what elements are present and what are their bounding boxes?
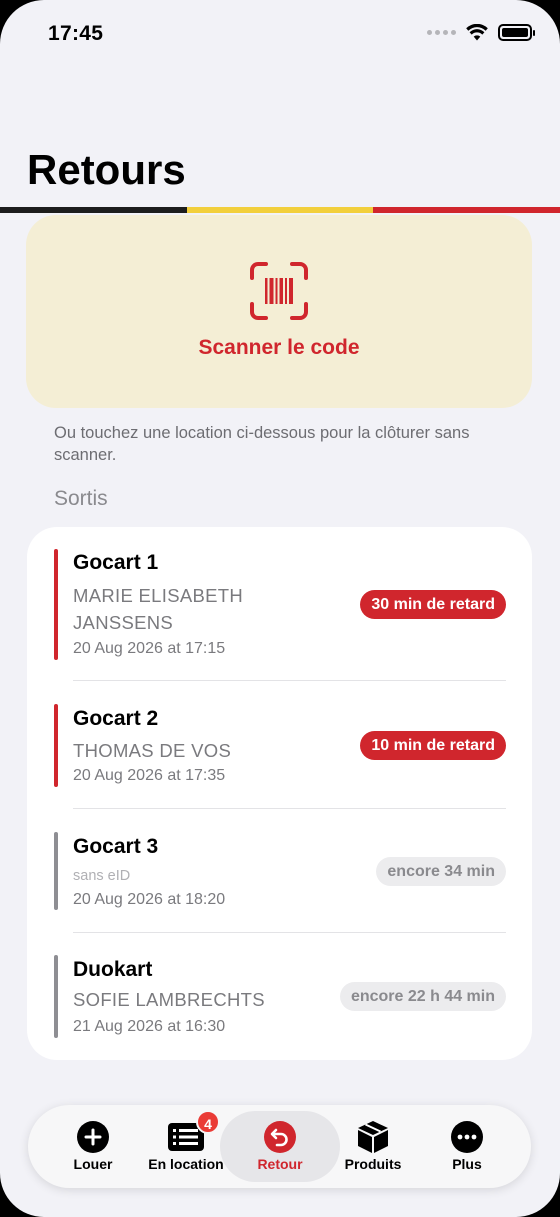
section-title: Sortis <box>54 487 108 510</box>
rental-date: 20 Aug 2026 at 18:20 <box>73 891 226 908</box>
rental-client: THOMAS DE VOS <box>73 740 232 761</box>
rental-client: MARIE ELISABETH JANSSENS <box>73 585 244 633</box>
tab-louer[interactable]: Louer <box>62 1105 124 1188</box>
status-badge: encore 34 min <box>376 857 506 886</box>
rental-client: sans eID <box>73 868 131 884</box>
status-bar-indicator <box>54 832 58 910</box>
return-arrow-icon <box>264 1120 296 1153</box>
hint-text: Ou touchez une location ci-dessous pour … <box>54 424 470 464</box>
flag-stripe <box>0 207 560 213</box>
box-icon <box>358 1120 388 1153</box>
rental-date: 21 Aug 2026 at 16:30 <box>73 1018 226 1035</box>
flag-black <box>0 207 187 213</box>
tab-label: En location <box>148 1156 224 1172</box>
page-title: Retours <box>27 146 186 193</box>
status-badge: encore 22 h 44 min <box>339 982 506 1011</box>
rental-row[interactable]: Gocart 2 THOMAS DE VOS 20 Aug 2026 at 17… <box>54 704 506 787</box>
battery-icon <box>498 24 535 41</box>
divider <box>73 680 506 681</box>
flag-yellow <box>186 207 374 213</box>
tab-label: Retour <box>257 1156 303 1172</box>
scan-label: Scanner le code <box>198 336 360 359</box>
barcode-scan-icon <box>250 262 308 320</box>
rental-client: SOFIE LAMBRECHTS <box>73 989 265 1010</box>
plus-circle-icon <box>77 1120 109 1153</box>
rentals-list: Gocart 1 MARIE ELISABETH JANSSENS 20 Aug… <box>27 527 532 1060</box>
rental-name: Gocart 1 <box>73 551 159 574</box>
cellular-signal-icon <box>427 30 456 35</box>
divider <box>73 932 506 933</box>
notification-badge: 4 <box>196 1110 220 1134</box>
status-badge: 10 min de retard <box>360 731 506 760</box>
screen: 17:45 Retours Scanner le code Ou touchez… <box>0 0 560 1217</box>
status-bar-indicator <box>54 955 58 1038</box>
flag-red <box>373 207 560 213</box>
rental-row[interactable]: Gocart 3 sans eID 20 Aug 2026 at 18:20 e… <box>54 832 506 910</box>
tab-retour[interactable]: Retour <box>250 1105 310 1188</box>
rental-date: 20 Aug 2026 at 17:15 <box>73 640 226 657</box>
rental-date: 20 Aug 2026 at 17:35 <box>73 767 226 784</box>
status-time: 17:45 <box>48 22 104 45</box>
rental-row[interactable]: Duokart SOFIE LAMBRECHTS 21 Aug 2026 at … <box>54 955 506 1038</box>
status-bar-indicator <box>54 704 58 787</box>
rental-name: Gocart 3 <box>73 835 159 858</box>
tab-label: Louer <box>73 1156 113 1172</box>
status-badge: 30 min de retard <box>360 590 506 619</box>
tab-produits[interactable]: Produits <box>340 1105 406 1188</box>
tab-plus[interactable]: Plus <box>444 1105 490 1188</box>
tab-label: Plus <box>452 1156 482 1172</box>
divider <box>73 808 506 809</box>
rental-name: Duokart <box>73 958 153 981</box>
tab-en-location[interactable]: 4 En location <box>144 1105 228 1188</box>
more-icon <box>451 1120 483 1153</box>
scan-button[interactable]: Scanner le code <box>26 215 532 408</box>
status-bar-indicator <box>54 549 58 660</box>
tab-label: Produits <box>344 1156 402 1172</box>
status-icons <box>427 24 535 41</box>
tab-bar: Louer 4 En location Retour Produits Plus <box>28 1105 531 1188</box>
rental-name: Gocart 2 <box>73 707 159 730</box>
rental-row[interactable]: Gocart 1 MARIE ELISABETH JANSSENS 20 Aug… <box>54 549 506 660</box>
wifi-icon <box>466 24 488 41</box>
